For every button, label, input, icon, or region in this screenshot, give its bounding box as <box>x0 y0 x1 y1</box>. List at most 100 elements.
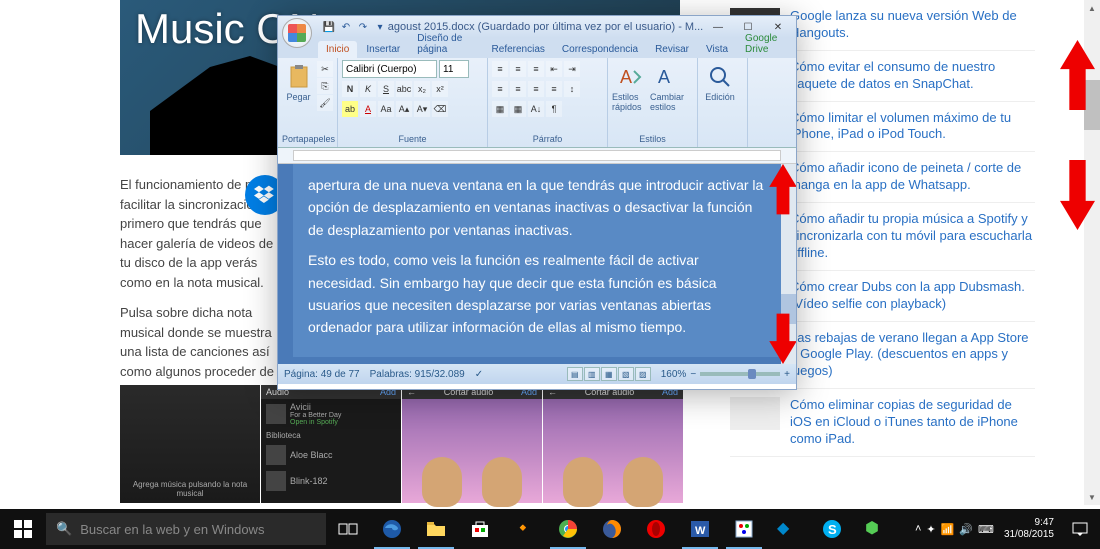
draft-view-icon[interactable]: ▨ <box>635 367 651 381</box>
align-center-button[interactable]: ≡ <box>510 81 526 97</box>
skype-icon[interactable]: S <box>810 509 854 549</box>
search-input[interactable]: 🔍 Buscar en la web y en Windows <box>46 513 326 545</box>
shrink-font-button[interactable]: A▾ <box>414 101 430 117</box>
tab-insertar[interactable]: Insertar <box>358 41 408 58</box>
subscript-button[interactable]: x₂ <box>414 81 430 97</box>
font-color-button[interactable]: A <box>360 101 376 117</box>
superscript-button[interactable]: x² <box>432 81 448 97</box>
borders-button[interactable]: ▦ <box>510 101 526 117</box>
tab-referencias[interactable]: Referencias <box>484 41 553 58</box>
tab-inicio[interactable]: Inicio <box>318 41 357 58</box>
align-left-button[interactable]: ≡ <box>492 81 508 97</box>
paint-icon[interactable] <box>722 509 766 549</box>
word-icon[interactable]: W <box>678 509 722 549</box>
spell-check-icon[interactable]: ✓ <box>475 369 483 380</box>
page-indicator[interactable]: Página: 49 de 77 <box>284 369 360 380</box>
sidebar-link[interactable]: Cómo evitar el consumo de nuestro paquet… <box>790 59 1035 93</box>
show-marks-button[interactable]: ¶ <box>546 101 562 117</box>
thumbnail-4[interactable]: ←Cortar audioAdd <box>543 385 683 503</box>
start-button[interactable] <box>0 509 46 549</box>
app-1-icon[interactable]: 🔸 <box>502 509 546 549</box>
tab-vista[interactable]: Vista <box>698 41 736 58</box>
app-2-icon[interactable]: ◆ <box>766 509 810 549</box>
tab-correspondencia[interactable]: Correspondencia <box>554 41 646 58</box>
sidebar-link[interactable]: Cómo limitar el volumen máximo de tu iPh… <box>790 110 1035 144</box>
edge-icon[interactable] <box>370 509 414 549</box>
align-right-button[interactable]: ≡ <box>528 81 544 97</box>
zoom-slider[interactable] <box>700 372 780 376</box>
titlebar[interactable]: 💾 ↶ ↷ ▾ agoust 2015.docx (Guardado por ú… <box>278 16 796 38</box>
tab-diseno[interactable]: Diseño de página <box>409 30 482 58</box>
indent-right-button[interactable]: ⇥ <box>564 61 580 77</box>
redo-icon[interactable]: ↷ <box>356 20 370 34</box>
clear-format-button[interactable]: ⌫ <box>432 101 448 117</box>
thumbnail-3[interactable]: ←Cortar audioAdd <box>402 385 542 503</box>
document-area[interactable]: apertura de una nueva ventana en la que … <box>278 164 796 364</box>
store-icon[interactable] <box>458 509 502 549</box>
doc-paragraph[interactable]: apertura de una nueva ventana en la que … <box>308 174 766 241</box>
sidebar-link[interactable]: Cómo añadir icono de peineta / corte de … <box>790 160 1035 194</box>
app-3-icon[interactable]: ⬢ <box>854 509 898 549</box>
grow-font-button[interactable]: A▴ <box>396 101 412 117</box>
language-icon[interactable]: ⌨ <box>978 523 994 536</box>
sidebar-link[interactable]: Cómo añadir tu propia música a Spotify y… <box>790 211 1035 262</box>
zoom-out-button[interactable]: − <box>690 369 696 380</box>
sidebar-link[interactable]: Cómo crear Dubs con la app Dubsmash. (Ví… <box>790 279 1035 313</box>
estilos-rapidos-button[interactable]: A Estilos rápidos <box>612 60 648 112</box>
qat-more-icon[interactable]: ▾ <box>373 20 387 34</box>
highlight-button[interactable]: ab <box>342 101 358 117</box>
opera-icon[interactable] <box>634 509 678 549</box>
wifi-icon[interactable]: 📶 <box>941 523 955 536</box>
clock[interactable]: 9:47 31/08/2015 <box>1004 517 1054 541</box>
edicion-button[interactable]: Edición <box>702 60 738 102</box>
horizontal-ruler[interactable] <box>278 148 796 164</box>
thumbnail-2[interactable]: AudioAdd AviciiFor a Better DayOpen in S… <box>261 385 401 503</box>
tray-chevron-icon[interactable]: ˄ <box>915 523 921 535</box>
scroll-down-icon[interactable]: ▼ <box>1084 489 1100 505</box>
tray-app-icon[interactable]: ✦ <box>926 523 935 536</box>
pegar-button[interactable]: Pegar <box>282 60 315 102</box>
multilevel-button[interactable]: ≡ <box>528 61 544 77</box>
minimize-button[interactable]: — <box>704 18 732 36</box>
action-center-icon[interactable] <box>1064 513 1096 545</box>
file-explorer-icon[interactable] <box>414 509 458 549</box>
zoom-in-button[interactable]: + <box>784 369 790 380</box>
tab-revisar[interactable]: Revisar <box>647 41 697 58</box>
volume-icon[interactable]: 🔊 <box>959 523 973 536</box>
undo-icon[interactable]: ↶ <box>339 20 353 34</box>
cut-icon[interactable]: ✂ <box>317 61 333 77</box>
print-layout-view-icon[interactable]: ▤ <box>567 367 583 381</box>
shading-button[interactable]: ▦ <box>492 101 508 117</box>
task-view-button[interactable] <box>326 509 370 549</box>
sidebar-link[interactable]: Las rebajas de verano llegan a App Store… <box>790 330 1035 381</box>
document-page[interactable]: apertura de una nueva ventana en la que … <box>293 164 781 357</box>
full-screen-view-icon[interactable]: ▥ <box>584 367 600 381</box>
bold-button[interactable]: N <box>342 81 358 97</box>
cambiar-estilos-button[interactable]: A Cambiar estilos <box>650 60 686 112</box>
sidebar-item[interactable]: Cómo eliminar copias de seguridad de iOS… <box>730 389 1035 457</box>
line-spacing-button[interactable]: ↕ <box>564 81 580 97</box>
scroll-up-icon[interactable]: ▲ <box>1084 0 1100 16</box>
sidebar-link[interactable]: Google lanza su nueva versión Web de Han… <box>790 8 1035 42</box>
word-count[interactable]: Palabras: 915/32.089 <box>370 369 465 380</box>
font-name-combo[interactable]: Calibri (Cuerpo) <box>342 60 437 78</box>
outline-view-icon[interactable]: ▧ <box>618 367 634 381</box>
thumbnail-1[interactable]: Agrega música pulsando la nota musical <box>120 385 260 503</box>
justify-button[interactable]: ≡ <box>546 81 562 97</box>
zoom-level[interactable]: 160% <box>661 369 687 380</box>
sidebar-link[interactable]: Cómo eliminar copias de seguridad de iOS… <box>790 397 1035 448</box>
sort-button[interactable]: A↓ <box>528 101 544 117</box>
web-layout-view-icon[interactable]: ▦ <box>601 367 617 381</box>
chrome-icon[interactable] <box>546 509 590 549</box>
tab-google-drive[interactable]: Google Drive <box>737 30 796 58</box>
doc-paragraph[interactable]: Esto es todo, como veis la función es re… <box>308 249 766 339</box>
copy-icon[interactable]: ⎘ <box>317 78 333 94</box>
change-case-button[interactable]: Aa <box>378 101 394 117</box>
office-button[interactable] <box>282 18 312 48</box>
firefox-icon[interactable] <box>590 509 634 549</box>
numbering-button[interactable]: ≡ <box>510 61 526 77</box>
indent-left-button[interactable]: ⇤ <box>546 61 562 77</box>
font-size-combo[interactable]: 11 <box>439 60 469 78</box>
save-icon[interactable]: 💾 <box>322 20 336 34</box>
format-painter-icon[interactable]: 🖌 <box>317 95 333 111</box>
